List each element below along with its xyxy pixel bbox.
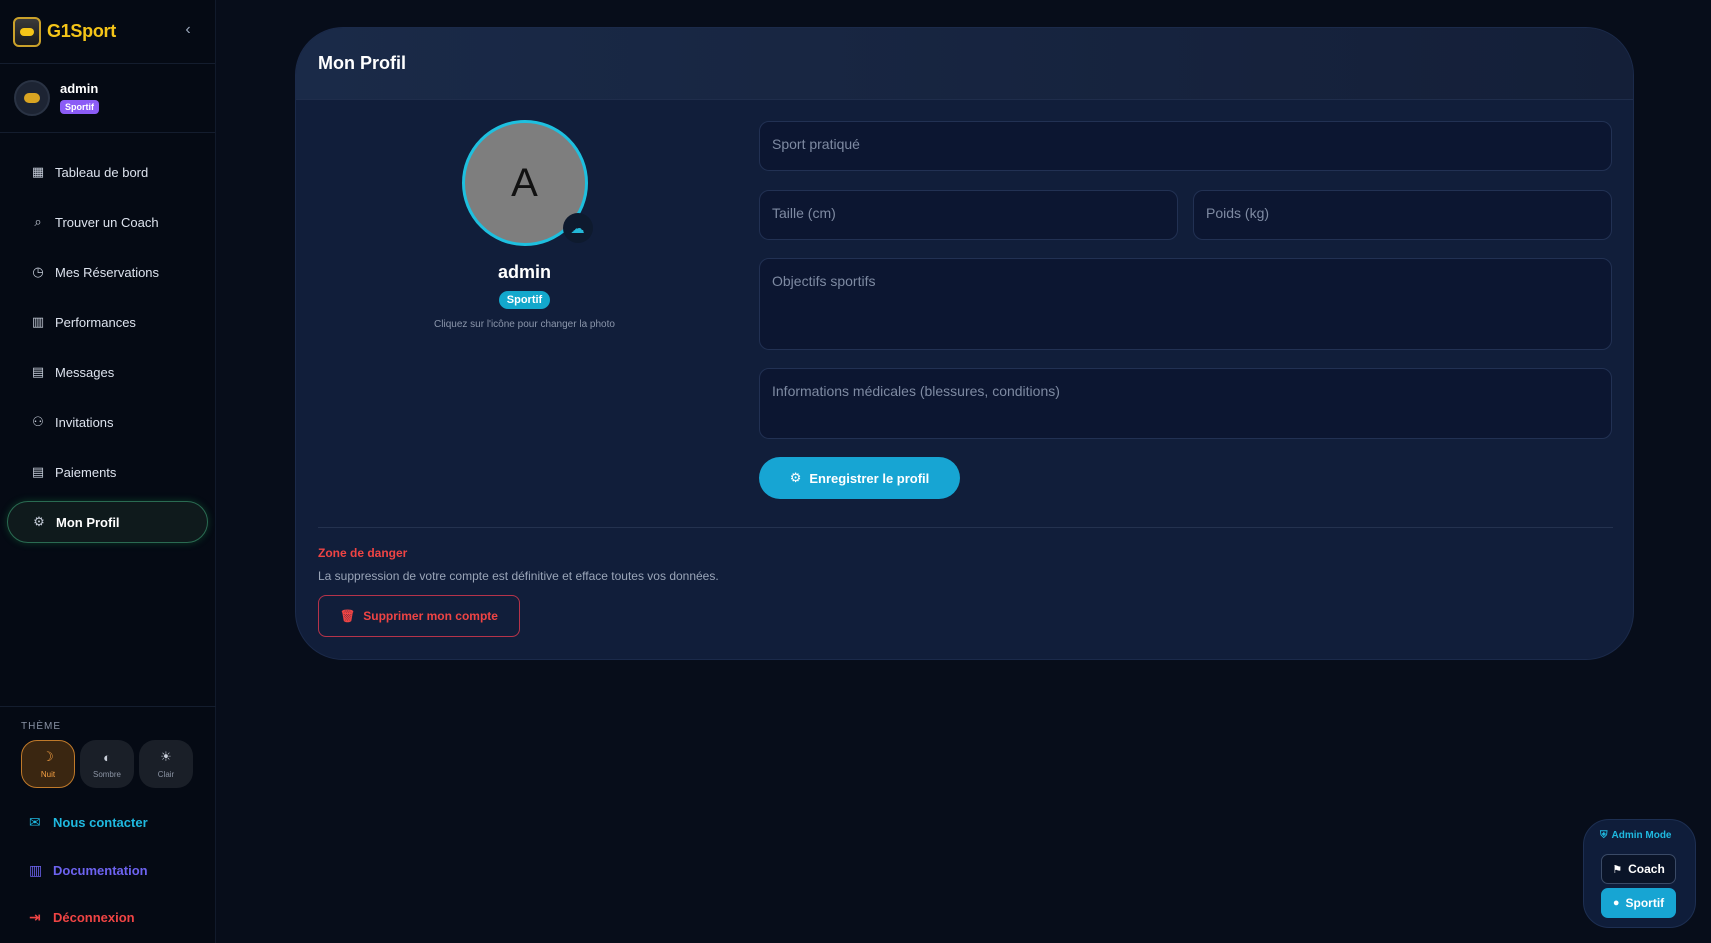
medical-textarea[interactable]: Informations médicales (blessures, condi…	[759, 368, 1612, 439]
logout-icon: ⇥	[29, 909, 41, 925]
contact-link[interactable]: ✉ Nous contacter	[29, 814, 148, 831]
admin-mode-label: Admin Mode	[1611, 830, 1672, 841]
cloud-upload-icon[interactable]: ☁	[562, 213, 593, 243]
sidebar-item-find-coach[interactable]: ⌕ Trouver un Coach	[7, 201, 208, 243]
search-icon: ⌕	[34, 214, 42, 229]
shield-icon: ⛨	[1600, 830, 1608, 841]
sidebar-item-performances[interactable]: ▥ Performances	[7, 301, 208, 343]
avatar-letter: A	[511, 160, 538, 205]
person-add-icon: ⚇	[32, 414, 44, 429]
dashboard-icon: ▦	[31, 164, 45, 179]
sidebar-item-reservations[interactable]: ◷ Mes Réservations	[7, 251, 208, 293]
sidebar-item-dashboard[interactable]: ▦ Tableau de bord	[7, 151, 208, 193]
weight-field[interactable]: Poids (kg)	[1193, 190, 1612, 240]
shield-logo-icon	[13, 16, 41, 47]
admin-mode-panel: ⛨ Admin Mode ⚑ Coach ● Sportif	[1583, 819, 1696, 928]
sidebar-item-messages[interactable]: ▤ Messages	[7, 351, 208, 393]
documentation-label: Documentation	[53, 863, 148, 878]
card-header: Mon Profil	[296, 28, 1633, 100]
flag-icon: ⚑	[1612, 863, 1623, 876]
delete-account-button[interactable]: 🗑 Supprimer mon compte	[318, 595, 520, 637]
photo-hint: Cliquez sur l'icône pour changer la phot…	[434, 319, 615, 330]
save-label: Enregistrer le profil	[809, 470, 930, 486]
profile-settings-icon: ⚙	[789, 470, 802, 485]
theme-light-button[interactable]: ☀ Clair	[139, 740, 193, 788]
divider	[318, 527, 1613, 528]
logout-link[interactable]: ⇥ Déconnexion	[29, 909, 135, 926]
sportif-mode-button[interactable]: ● Sportif	[1601, 888, 1676, 918]
theme-label: Sombre	[92, 769, 121, 779]
profile-settings-icon: ⚙	[33, 514, 45, 529]
sidebar-item-label: Invitations	[55, 414, 114, 430]
avatar	[14, 80, 50, 116]
sport-placeholder: Sport pratiqué	[772, 136, 860, 152]
danger-zone-text: La suppression de votre compte est défin…	[318, 569, 719, 583]
profile-summary: A ☁ admin Sportif Cliquez sur l'icône po…	[296, 120, 753, 330]
theme-night-button[interactable]: ☽ Nuit	[21, 740, 75, 788]
sportif-label: Sportif	[1625, 896, 1665, 910]
role-badge: Sportif	[498, 291, 551, 309]
sidebar-item-label: Paiements	[55, 464, 117, 480]
coach-label: Coach	[1628, 862, 1665, 876]
documentation-link[interactable]: ▥ Documentation	[29, 862, 148, 879]
message-icon: ▤	[31, 364, 45, 379]
goals-placeholder: Objectifs sportifs	[772, 273, 876, 289]
height-placeholder: Taille (cm)	[772, 205, 836, 221]
theme-label: Nuit	[40, 770, 56, 779]
receipt-icon: ▤	[31, 464, 45, 479]
contact-label: Nous contacter	[53, 815, 148, 830]
sidebar-item-label: Mes Réservations	[55, 264, 160, 280]
sidebar-item-label: Messages	[55, 364, 115, 380]
mail-icon: ✉	[29, 814, 41, 830]
theme-label: Clair	[157, 770, 175, 779]
sidebar-item-label: Tableau de bord	[55, 164, 149, 180]
sport-field[interactable]: Sport pratiqué	[759, 121, 1612, 171]
coach-mode-button[interactable]: ⚑ Coach	[1601, 854, 1676, 884]
user-card: admin Sportif	[0, 64, 215, 133]
admin-mode-title: ⛨ Admin Mode	[1600, 830, 1672, 841]
weight-placeholder: Poids (kg)	[1206, 205, 1270, 221]
danger-zone-title: Zone de danger	[318, 546, 408, 560]
logout-label: Déconnexion	[53, 910, 135, 925]
theme-title: THÈME	[21, 721, 61, 732]
page-title: Mon Profil	[318, 53, 406, 73]
theme-dark-button[interactable]: ◐ Sombre	[80, 740, 134, 788]
save-profile-button[interactable]: ⚙ Enregistrer le profil	[759, 457, 960, 499]
height-field[interactable]: Taille (cm)	[759, 190, 1178, 240]
book-icon: ▥	[29, 862, 43, 878]
sidebar-item-profile[interactable]: ⚙ Mon Profil	[7, 501, 208, 543]
sidebar-item-label: Mon Profil	[56, 514, 120, 530]
sidebar-item-invitations[interactable]: ⚇ Invitations	[7, 401, 208, 443]
chart-icon: ▥	[31, 314, 45, 329]
trash-icon: 🗑	[340, 609, 356, 623]
sidebar-item-label: Trouver un Coach	[55, 214, 159, 230]
person-icon: ●	[1612, 897, 1620, 909]
sun-icon: ☀	[160, 749, 172, 764]
profile-card: Mon Profil A ☁ admin Sportif Cliquez sur…	[295, 27, 1634, 660]
profile-avatar: A ☁	[461, 120, 593, 246]
goals-textarea[interactable]: Objectifs sportifs	[759, 258, 1612, 350]
chevron-left-icon[interactable]: ‹	[181, 20, 195, 40]
brand-name: G1Sport	[47, 21, 116, 41]
contrast-icon: ◐	[103, 749, 111, 765]
role-badge: Sportif	[60, 100, 99, 114]
sidebar-item-label: Performances	[55, 314, 136, 330]
profile-name: admin	[497, 262, 551, 282]
sidebar-item-payments[interactable]: ▤ Paiements	[7, 451, 208, 493]
theme-selector: THÈME ☽ Nuit ◐ Sombre ☀ Clair	[0, 706, 216, 788]
sidebar-nav: ▦ Tableau de bord ⌕ Trouver un Coach ◷ M…	[0, 133, 215, 543]
user-name: admin	[60, 81, 99, 96]
sidebar: G1Sport ‹ admin Sportif ▦ Tableau de bor…	[0, 0, 216, 943]
medical-placeholder: Informations médicales (blessures, condi…	[772, 383, 1060, 399]
clock-icon: ◷	[32, 264, 44, 279]
delete-label: Supprimer mon compte	[363, 609, 498, 623]
moon-icon: ☽	[42, 749, 54, 764]
